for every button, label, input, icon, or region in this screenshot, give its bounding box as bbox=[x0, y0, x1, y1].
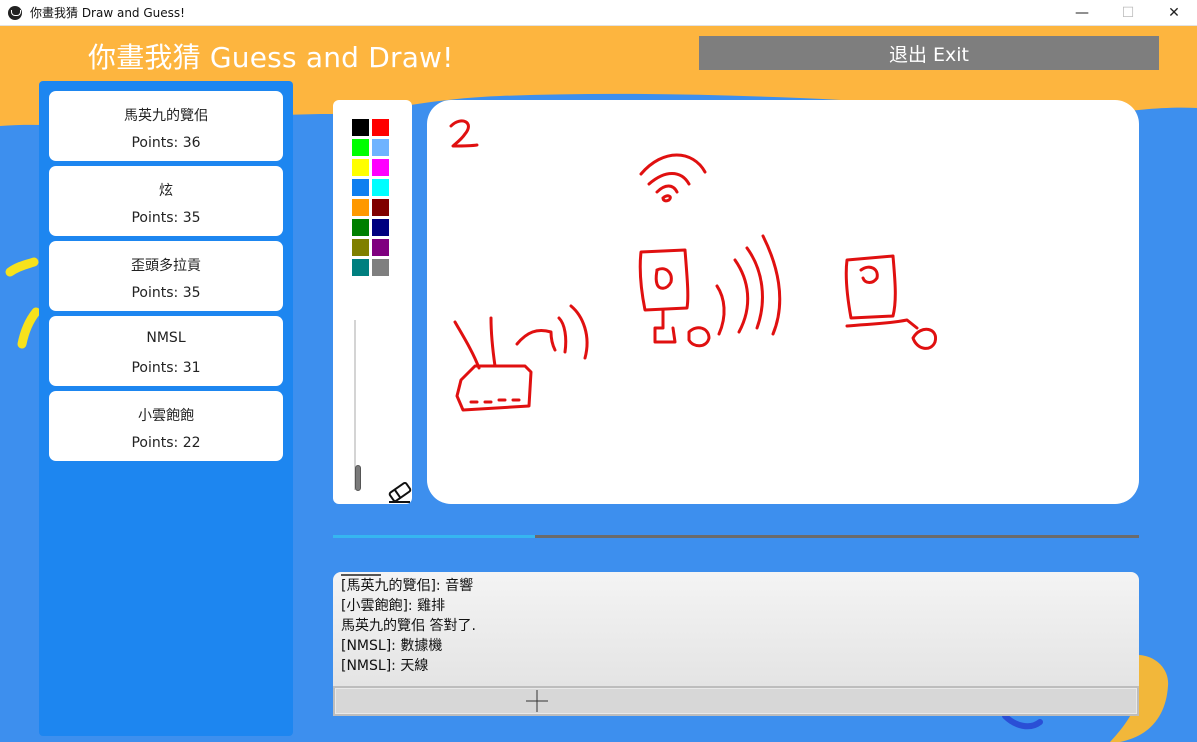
color-swatch[interactable] bbox=[352, 219, 369, 236]
eraser-button[interactable] bbox=[386, 478, 414, 504]
color-swatch[interactable] bbox=[372, 199, 389, 216]
stroke-phone-left-wave-4 bbox=[745, 246, 764, 330]
color-swatch[interactable] bbox=[352, 259, 369, 276]
color-swatch[interactable] bbox=[372, 219, 389, 236]
stroke-wifi-inner bbox=[655, 184, 679, 194]
stroke-router-wave-2 bbox=[569, 304, 589, 360]
player-points: Points: 22 bbox=[131, 435, 201, 451]
player-points: Points: 36 bbox=[131, 135, 201, 151]
chat-message: [小雲飽飽]: 雞排 bbox=[341, 598, 446, 614]
stroke-phone-right-base bbox=[845, 318, 919, 330]
stroke-router-wave-1 bbox=[557, 316, 568, 354]
player-points: Points: 35 bbox=[131, 210, 201, 226]
stroke-router-lights bbox=[469, 398, 521, 404]
window-controls: — ☐ ✕ bbox=[1059, 0, 1197, 26]
color-swatch[interactable] bbox=[372, 119, 389, 136]
stroke-wifi-outer bbox=[639, 153, 707, 176]
stroke-phone-right bbox=[844, 254, 897, 320]
color-swatch[interactable] bbox=[352, 159, 369, 176]
color-swatch[interactable] bbox=[352, 119, 369, 136]
stroke-wifi-middle bbox=[647, 172, 691, 186]
stroke-router-antenna-mid bbox=[489, 316, 497, 368]
player-points: Points: 31 bbox=[131, 360, 201, 376]
chat-message: [馬英九的覽佀]: 音響 bbox=[341, 578, 474, 594]
drawing-canvas[interactable] bbox=[427, 100, 1139, 504]
stroke-router-antenna-left bbox=[453, 320, 481, 370]
color-swatch[interactable] bbox=[372, 259, 389, 276]
brush-size-slider-thumb[interactable] bbox=[355, 465, 361, 491]
stroke-phone-left-stand bbox=[653, 308, 677, 344]
stroke-number-two bbox=[449, 119, 479, 148]
drawing-strokes bbox=[449, 119, 938, 412]
stroke-phone-left-screen bbox=[654, 267, 673, 290]
window-title: 你畫我猜 Draw and Guess! bbox=[30, 6, 185, 20]
player-name: 馬英九的覽佀 bbox=[124, 108, 208, 124]
color-swatch[interactable] bbox=[352, 199, 369, 216]
color-swatch[interactable] bbox=[372, 179, 389, 196]
chat-line-partial bbox=[333, 572, 1139, 576]
player-card: 炫 Points: 35 bbox=[49, 166, 283, 236]
color-swatch[interactable] bbox=[352, 239, 369, 256]
stroke-phone-left bbox=[638, 248, 690, 312]
player-list: 馬英九的覽佀 Points: 36 炫 Points: 35 歪頭多拉貢 Poi… bbox=[39, 81, 293, 736]
player-card: NMSL Points: 31 bbox=[49, 316, 283, 386]
player-name: NMSL bbox=[146, 330, 186, 346]
blue-scribble-right bbox=[1002, 713, 1043, 730]
player-card: 小雲飽飽 Points: 22 bbox=[49, 391, 283, 461]
round-timer-fill bbox=[333, 535, 535, 538]
player-card: 歪頭多拉貢 Points: 35 bbox=[49, 241, 283, 311]
stroke-phone-left-wave-3 bbox=[761, 234, 782, 336]
color-swatch[interactable] bbox=[352, 179, 369, 196]
yellow-squiggle-top bbox=[5, 257, 39, 277]
player-card: 馬英九的覽佀 Points: 36 bbox=[49, 91, 283, 161]
stroke-phone-left-wave-2 bbox=[733, 258, 750, 334]
page-title: 你畫我猜 Guess and Draw! bbox=[88, 41, 454, 74]
color-swatch[interactable] bbox=[352, 139, 369, 156]
stroke-router-antenna-right bbox=[515, 329, 557, 352]
player-name: 炫 bbox=[159, 183, 173, 199]
stroke-phone-right-screen bbox=[859, 265, 879, 284]
player-points: Points: 35 bbox=[131, 285, 201, 301]
player-name: 歪頭多拉貢 bbox=[131, 258, 201, 274]
color-swatch[interactable] bbox=[372, 139, 389, 156]
color-swatch[interactable] bbox=[372, 159, 389, 176]
stroke-phone-left-circle bbox=[687, 326, 711, 348]
stroke-wifi-dot bbox=[661, 194, 672, 203]
stroke-phone-left-wave-1 bbox=[715, 284, 726, 336]
chat-input[interactable] bbox=[333, 686, 1139, 716]
color-swatch[interactable] bbox=[372, 239, 389, 256]
app-icon bbox=[8, 5, 22, 20]
maximize-button[interactable]: ☐ bbox=[1105, 0, 1151, 26]
player-name: 小雲飽飽 bbox=[138, 408, 194, 424]
yellow-squiggle-bottom bbox=[17, 307, 41, 349]
chat-log[interactable]: [馬英九的覽佀]: 音響 [小雲飽飽]: 雞排 馬英九的覽佀 答對了. [NMS… bbox=[333, 572, 1139, 686]
round-timer-bar bbox=[333, 535, 1139, 538]
eraser-icon bbox=[388, 481, 412, 503]
chat-message: 馬英九的覽佀 答對了. bbox=[341, 618, 476, 634]
chat-message: [NMSL]: 天線 bbox=[341, 658, 429, 674]
exit-button[interactable]: 退出 Exit bbox=[699, 36, 1159, 70]
window-titlebar: 你畫我猜 Draw and Guess! — ☐ ✕ bbox=[0, 0, 1197, 26]
stroke-phone-right-circle bbox=[911, 327, 938, 350]
stroke-router-body bbox=[455, 364, 533, 412]
chat-message: [NMSL]: 數據機 bbox=[341, 638, 443, 654]
minimize-button[interactable]: — bbox=[1059, 0, 1105, 26]
close-button[interactable]: ✕ bbox=[1151, 0, 1197, 26]
